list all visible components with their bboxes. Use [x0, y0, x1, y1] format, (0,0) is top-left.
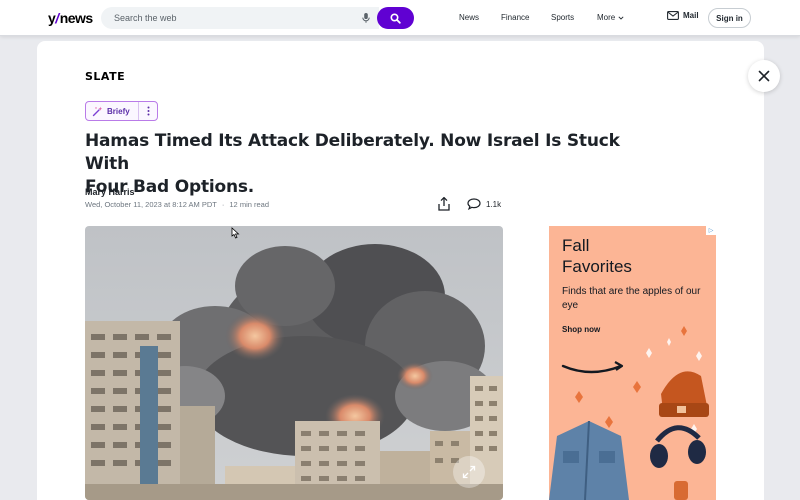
- yahoo-news-logo[interactable]: y/news: [48, 10, 93, 26]
- briefly-button[interactable]: Briefy: [86, 102, 139, 120]
- ad-choices-icon[interactable]: ▷: [706, 226, 716, 235]
- ad-artwork: [549, 326, 709, 500]
- mail-label: Mail: [683, 11, 699, 20]
- kebab-icon: [147, 106, 149, 116]
- comment-count: 1.1k: [486, 199, 502, 209]
- sign-in-button[interactable]: Sign in: [708, 8, 751, 28]
- mail-link[interactable]: Mail: [667, 11, 699, 20]
- close-icon: [758, 70, 770, 82]
- publisher-logo[interactable]: SLATE: [85, 70, 125, 83]
- comments-button[interactable]: 1.1k: [467, 198, 501, 210]
- logo-slash: /: [55, 10, 59, 26]
- advertisement[interactable]: Fall Favorites Finds that are the apples…: [549, 226, 716, 500]
- logo-news: news: [59, 10, 94, 26]
- nav-more[interactable]: More: [597, 13, 624, 22]
- expand-image-button[interactable]: [453, 456, 485, 488]
- nav-sports[interactable]: Sports: [551, 13, 574, 22]
- briefly-options-button[interactable]: [139, 102, 157, 120]
- mic-icon[interactable]: [360, 12, 372, 24]
- chevron-down-icon: [618, 16, 624, 20]
- meta-separator: ·: [221, 200, 225, 209]
- briefly-widget: Briefy: [85, 101, 158, 121]
- read-time: 12 min read: [229, 200, 269, 209]
- search-button[interactable]: [377, 7, 414, 29]
- comment-icon: [467, 198, 481, 210]
- mail-icon: [667, 11, 679, 20]
- sparkle-icon: [92, 106, 103, 116]
- briefly-label: Briefy: [107, 106, 130, 116]
- hero-image[interactable]: [85, 226, 503, 500]
- headline-line-1: Hamas Timed Its Attack Deliberately. Now…: [85, 131, 620, 174]
- hero-photo: [85, 226, 503, 500]
- expand-icon: [462, 465, 476, 479]
- article-meta: Wed, October 11, 2023 at 8:12 AM PDT · 1…: [85, 200, 269, 209]
- nav-finance[interactable]: Finance: [501, 13, 529, 22]
- search-icon: [390, 12, 401, 24]
- top-navigation-bar: y/news News Finance Sports More: [0, 0, 800, 36]
- publish-date: Wed, October 11, 2023 at 8:12 AM PDT: [85, 200, 217, 209]
- author-name[interactable]: Mary Harris: [85, 187, 135, 197]
- share-icon[interactable]: [436, 196, 452, 212]
- article-headline: Hamas Timed Its Attack Deliberately. Now…: [85, 130, 625, 199]
- close-button[interactable]: [748, 60, 780, 92]
- search-box: [101, 7, 379, 29]
- search-bar: [101, 7, 414, 29]
- nav-more-label: More: [597, 13, 616, 22]
- nav-news[interactable]: News: [459, 13, 479, 22]
- mouse-cursor: [231, 227, 240, 239]
- search-input[interactable]: [114, 11, 344, 25]
